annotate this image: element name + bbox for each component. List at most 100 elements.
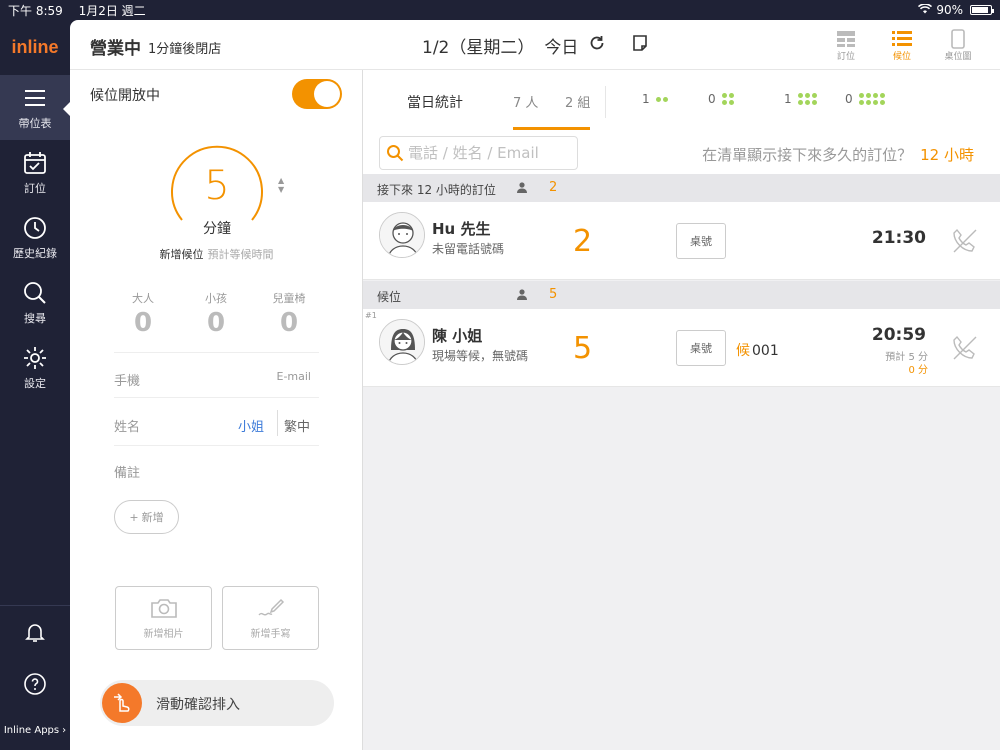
add-handwriting-button[interactable]: 新增手寫 (222, 586, 319, 650)
counter-value: 0 (279, 308, 299, 338)
party-count: 1 (642, 92, 650, 106)
nav-item-search[interactable]: 搜尋 (0, 270, 70, 335)
email-field[interactable]: E-mail (277, 370, 312, 383)
swipe-hand-icon[interactable] (102, 683, 142, 723)
counter-value: 0 (133, 308, 153, 338)
status-date: 1月2日 週二 (78, 3, 146, 18)
help-button[interactable] (0, 658, 70, 710)
nav-label: 搜尋 (24, 311, 46, 325)
tab-floorplan-view[interactable]: 桌位圖 (930, 24, 986, 66)
menu-icon (25, 89, 45, 106)
caption-title: 新增候位 (159, 248, 204, 261)
nav-item-seating[interactable]: 帶位表 (0, 75, 71, 140)
name-field[interactable]: 姓名 (114, 416, 140, 435)
waitlist-row[interactable]: #1 陳 小姐 現場等候，無號碼 5 桌號 候 001 20:59 預計 5 分 … (363, 309, 1000, 387)
wait-time-unit: 分鐘 (203, 221, 231, 237)
reservation-row[interactable]: Hu 先生 未留電話號碼 2 桌號 21:30 (363, 202, 1000, 280)
add-tag-button[interactable]: + 新增 (114, 500, 179, 534)
tab-waitlist-view[interactable]: 候位 (874, 24, 930, 66)
left-nav: inline 帶位表 訂位 歷史紀錄 搜尋 設定 Inline Apps › (0, 20, 71, 750)
daily-stats-title: 當日統計 (407, 95, 463, 111)
counter-label: 小孩 (205, 292, 227, 305)
tab-label: 訂位 (836, 51, 855, 62)
guest-note: 現場等候，無號碼 (432, 349, 529, 363)
search-box (379, 136, 578, 170)
nav-label: 歷史紀錄 (13, 246, 57, 260)
view-tabs: 訂位 候位 桌位圖 (818, 24, 986, 66)
add-handwriting-label: 新增手寫 (250, 628, 291, 640)
section-count: 2 (549, 180, 558, 195)
party-size-4[interactable]: 0 (708, 92, 736, 106)
party-count: 0 (708, 92, 716, 106)
note-icon[interactable] (632, 34, 648, 57)
language-option[interactable]: 繁中 (284, 416, 310, 435)
queue-prefix: 候 (736, 343, 750, 359)
child-counter[interactable]: 小孩 0 (186, 290, 246, 338)
arrival-time: 20:59 (871, 325, 926, 345)
battery-icon (970, 5, 994, 15)
highchair-counter[interactable]: 兒童椅 0 (259, 290, 319, 338)
section-title: 候位 (377, 290, 402, 304)
assign-table-button[interactable]: 桌號 (676, 223, 726, 259)
hours-value[interactable]: 12 小時 (920, 146, 974, 164)
bell-icon (25, 624, 45, 642)
tab-reservations-view[interactable]: 訂位 (818, 24, 874, 66)
nav-item-history[interactable]: 歷史紀錄 (0, 205, 70, 270)
search-input[interactable] (408, 144, 568, 162)
party-size-6[interactable]: 1 (784, 92, 819, 106)
party-4-dots-icon (721, 93, 736, 105)
elapsed-wait: 0 分 (908, 365, 928, 376)
main-list: 當日統計 7 人 2 組 1 0 1 0 在清單顯示接下來多久的訂位？ 12 小時 (363, 70, 1000, 750)
add-photo-button[interactable]: 新增相片 (115, 586, 212, 650)
party-size-2[interactable]: 1 (642, 92, 682, 106)
refresh-icon[interactable] (588, 34, 606, 57)
phone-email-row: 手機 E-mail (114, 352, 319, 398)
party-6-dots-icon (797, 93, 819, 105)
daily-stats-bar: 當日統計 7 人 2 組 1 0 1 0 (363, 70, 1000, 132)
top-bar: 營業中 1分鐘後閉店 1/2（星期二） 今日 訂位 候位 桌位圖 (70, 20, 1000, 70)
phone-disabled-icon[interactable] (950, 226, 978, 258)
stats-people[interactable]: 7 人 (513, 92, 538, 111)
stats-groups[interactable]: 2 組 (565, 92, 590, 111)
waitlist-form-panel: 候位開放中 5 分鐘 ▲ ▼ 新增候位 預計等候時間 大人 0 小孩 0 兒童椅 0… (70, 70, 363, 750)
party-size-8plus[interactable]: 0 (845, 92, 891, 106)
counter-label: 兒童椅 (272, 292, 306, 305)
current-date[interactable]: 1/2（星期二） (422, 33, 534, 58)
queue-no: 001 (752, 343, 779, 359)
counter-value: 0 (206, 308, 226, 338)
hours-question: 在清單顯示接下來多久的訂位？ (702, 146, 913, 164)
display-hours-setting[interactable]: 在清單顯示接下來多久的訂位？ 12 小時 (702, 144, 974, 165)
inline-apps-button[interactable]: Inline Apps › (0, 710, 70, 750)
chevron-right-icon: › (62, 724, 67, 736)
phone-disabled-icon[interactable] (950, 333, 978, 365)
date-selector: 1/2（星期二） 今日 (422, 33, 648, 58)
party-8plus-dots-icon (858, 93, 891, 105)
add-waitlist-caption: 新增候位 預計等候時間 (70, 246, 363, 262)
nav-item-settings[interactable]: 設定 (0, 335, 70, 400)
gear-icon (24, 346, 46, 369)
list-view-icon (892, 30, 912, 46)
assign-table-button[interactable]: 桌號 (676, 330, 726, 366)
slide-to-confirm[interactable]: 滑動確認排入 (100, 680, 334, 726)
wait-time-stepper-icon[interactable]: ▲ ▼ (278, 176, 284, 194)
party-2-dots-icon (655, 96, 682, 102)
wait-time-value: 5 (204, 163, 230, 209)
adult-counter[interactable]: 大人 0 (113, 290, 173, 338)
grid-view-icon (837, 30, 855, 47)
guest-note: 未留電話號碼 (432, 242, 505, 256)
queue-index: #1 (365, 311, 377, 320)
help-icon (24, 673, 46, 695)
waitlist-open-toggle[interactable] (292, 79, 342, 109)
title-miss-option[interactable]: 小姐 (238, 416, 264, 435)
nav-label: 訂位 (24, 181, 46, 195)
today-button[interactable]: 今日 (544, 33, 578, 58)
notifications-button[interactable] (0, 606, 70, 658)
male-avatar-icon (379, 212, 425, 258)
closing-notice: 1分鐘後閉店 (148, 42, 222, 57)
upcoming-section-header: 接下來 12 小時的訂位 2 (363, 174, 1000, 202)
phone-field[interactable]: 手機 (114, 370, 140, 389)
party-count: 1 (784, 92, 792, 106)
nav-item-reservation[interactable]: 訂位 (0, 140, 70, 205)
note-field[interactable]: 備註 (114, 462, 140, 481)
add-photo-label: 新增相片 (143, 628, 184, 640)
